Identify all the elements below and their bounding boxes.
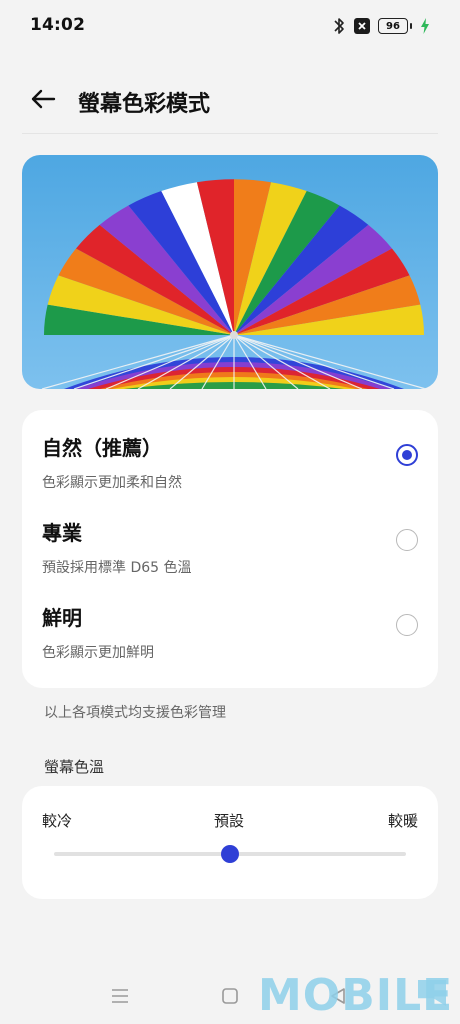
status-time: 14:02 [30,15,86,35]
menu-icon [112,989,128,1003]
option-title: 專業 [42,521,82,545]
color-management-note: 以上各項模式均支援色彩管理 [44,705,226,721]
option-natural[interactable]: 自然（推薦） 色彩顯示更加柔和自然 [22,414,438,498]
home-button[interactable] [218,984,242,1008]
temperature-card: 較冷 預設 較暖 [22,786,438,899]
option-description: 色彩顯示更加柔和自然 [42,475,182,491]
slider-thumb[interactable] [221,845,239,863]
option-title: 鮮明 [42,606,82,630]
color-mode-card: 自然（推薦） 色彩顯示更加柔和自然 專業 預設採用標準 D65 色溫 鮮明 色彩… [22,410,438,688]
warm-label: 較暖 [387,812,418,830]
option-description: 色彩顯示更加鮮明 [42,645,154,661]
radio-button[interactable] [396,614,418,636]
radio-button[interactable] [396,444,418,466]
header-divider [22,133,438,134]
battery-level: 96 [378,18,408,34]
option-vivid[interactable]: 鮮明 色彩顯示更加鮮明 [22,584,438,668]
header: 螢幕色彩模式 [0,70,460,130]
menu-button[interactable] [108,984,132,1008]
battery-icon: 96 [378,18,412,34]
arrow-left-icon [31,89,56,109]
back-button[interactable] [26,82,60,116]
cool-label: 較冷 [42,812,73,830]
parachute-illustration [22,155,438,389]
close-box-icon [354,18,370,34]
temperature-slider[interactable] [54,845,406,863]
radio-button[interactable] [396,529,418,551]
temperature-section-label: 螢幕色溫 [44,758,105,776]
default-label: 預設 [214,812,245,830]
preview-image [22,155,438,389]
option-description: 預設採用標準 D65 色溫 [42,560,192,576]
option-professional[interactable]: 專業 預設採用標準 D65 色溫 [22,499,438,583]
charging-bolt-icon [421,18,429,34]
option-title: 自然（推薦） [42,436,162,460]
status-bar: 14:02 96 [0,0,460,52]
bluetooth-icon [334,18,344,34]
home-square-icon [222,988,238,1004]
page-title: 螢幕色彩模式 [78,92,211,117]
status-icons: 96 [332,14,430,38]
